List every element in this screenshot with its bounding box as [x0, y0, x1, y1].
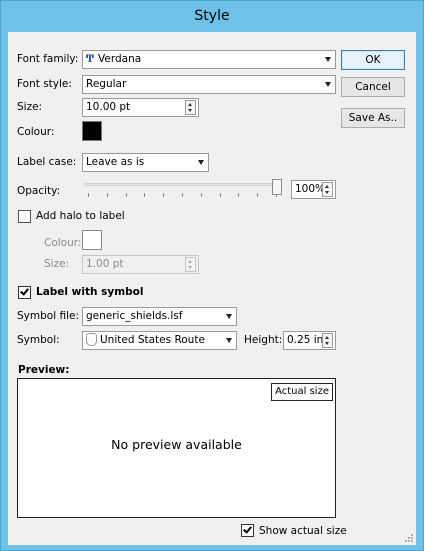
halo-colour-swatch[interactable] [82, 230, 102, 250]
label-with-symbol-checkbox[interactable] [18, 286, 31, 299]
opacity-label: Opacity: [17, 185, 61, 197]
slider-tick [257, 193, 259, 197]
opacity-value: 100% [295, 183, 326, 195]
slider-track [84, 183, 282, 186]
slider-tick [219, 193, 221, 197]
add-halo-checkbox[interactable] [18, 210, 31, 223]
resize-grip-icon[interactable] [404, 533, 414, 543]
colour-swatch[interactable] [82, 121, 102, 141]
font-style-label: Font style: [17, 78, 72, 90]
font-style-dropdown[interactable]: Regular [82, 75, 336, 94]
chevron-down-icon [325, 82, 331, 87]
spin-arrows-icon[interactable] [185, 257, 196, 272]
slider-tick [144, 193, 146, 197]
label-case-label: Label case: [17, 156, 77, 168]
halo-size-value: 1.00 pt [86, 258, 124, 270]
font-family-dropdown[interactable]: Ͳ Verdana [82, 50, 336, 69]
dialog-client-area: OK Cancel Save As.. Font family: Ͳ Verdan… [8, 32, 416, 545]
opacity-stepper[interactable]: 100% [291, 180, 336, 199]
slider-tick [238, 193, 240, 197]
show-actual-size-label: Show actual size [259, 525, 347, 537]
spin-arrows-icon[interactable] [322, 333, 333, 348]
font-style-value: Regular [86, 78, 127, 90]
size-value: 10.00 pt [86, 101, 131, 113]
ok-button[interactable]: OK [341, 50, 405, 70]
symbol-file-value: generic_shields.lsf [86, 310, 183, 322]
chevron-down-icon [325, 57, 331, 62]
font-family-label: Font family: [17, 53, 79, 65]
symbol-file-label: Symbol file: [17, 310, 79, 322]
slider-tick [88, 193, 89, 197]
style-dialog-window: Style OK Cancel Save As.. Font family: Ͳ… [0, 0, 424, 551]
slider-tick [125, 193, 127, 197]
checkmark-icon [243, 524, 252, 534]
chevron-down-icon [226, 338, 232, 343]
size-label: Size: [17, 101, 43, 113]
halo-size-stepper[interactable]: 1.00 pt [82, 255, 199, 274]
slider-tick [200, 193, 202, 197]
symbol-label: Symbol: [17, 334, 60, 346]
slider-tick [182, 193, 183, 197]
truetype-font-icon: Ͳ [86, 54, 95, 65]
actual-size-tag: Actual size [271, 383, 333, 401]
route-shield-icon [86, 333, 97, 346]
halo-colour-label: Colour: [44, 237, 82, 249]
save-as-button[interactable]: Save As.. [341, 108, 405, 128]
show-actual-size-checkbox[interactable] [241, 524, 254, 537]
preview-panel: Actual size No preview available [17, 378, 336, 518]
halo-size-label: Size: [44, 258, 70, 270]
preview-title: Preview: [18, 364, 70, 376]
checkmark-icon [20, 286, 29, 296]
chevron-down-icon [198, 160, 204, 165]
cancel-button[interactable]: Cancel [341, 77, 405, 97]
slider-tick [163, 193, 165, 197]
slider-ticks [82, 193, 287, 199]
size-stepper[interactable]: 10.00 pt [82, 98, 199, 117]
spin-arrows-icon[interactable] [185, 100, 196, 115]
colour-label: Colour: [17, 126, 55, 138]
slider-tick [106, 193, 108, 197]
opacity-slider[interactable] [82, 179, 287, 201]
label-case-value: Leave as is [86, 156, 145, 168]
label-with-symbol-label: Label with symbol [36, 286, 144, 298]
label-case-dropdown[interactable]: Leave as is [82, 153, 209, 172]
symbol-value: United States Route [100, 334, 205, 346]
height-label: Height: [244, 334, 283, 346]
symbol-dropdown[interactable]: United States Route [82, 331, 237, 350]
spin-arrows-icon[interactable] [322, 182, 333, 197]
preview-message: No preview available [111, 437, 242, 452]
font-family-value: Verdana [98, 53, 142, 65]
add-halo-label: Add halo to label [36, 210, 125, 222]
title-bar[interactable]: Style [1, 1, 423, 31]
height-value: 0.25 in [287, 334, 324, 346]
slider-thumb[interactable] [272, 179, 282, 195]
chevron-down-icon [226, 314, 232, 319]
symbol-file-dropdown[interactable]: generic_shields.lsf [82, 307, 237, 326]
height-stepper[interactable]: 0.25 in [283, 331, 336, 350]
